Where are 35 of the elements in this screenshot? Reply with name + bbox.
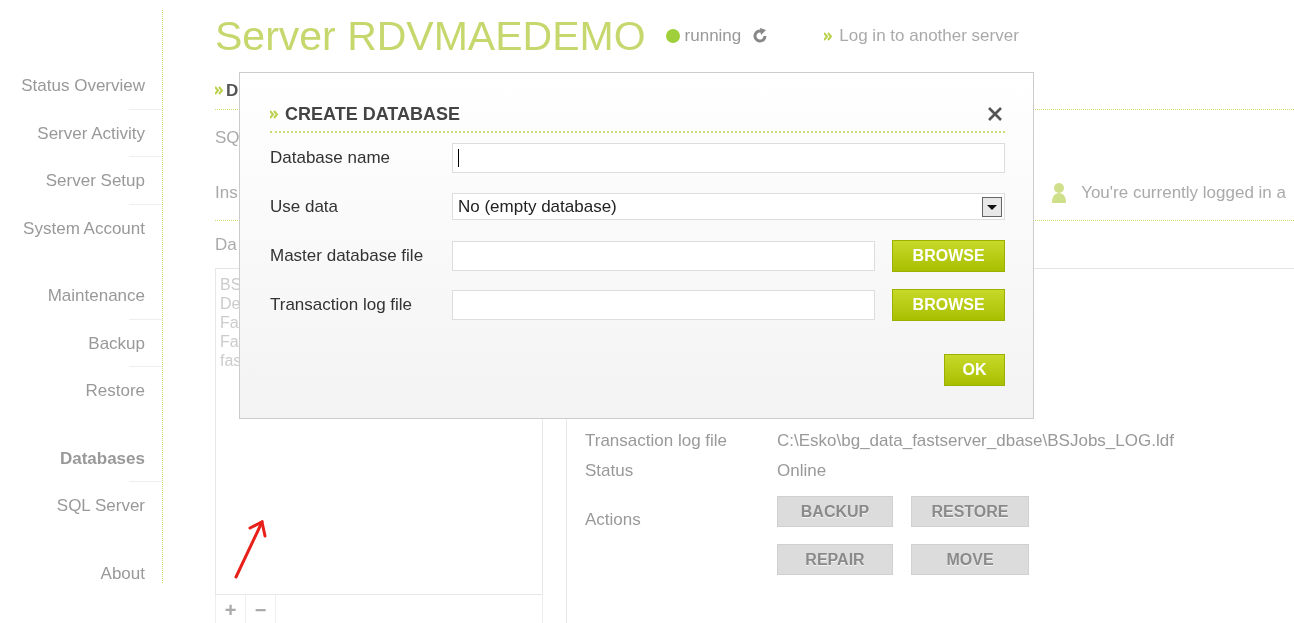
input-field[interactable] <box>452 289 876 320</box>
chevron-icon <box>824 31 834 41</box>
detail-label: Status <box>585 461 635 482</box>
dialog-title: CREATE DATABASE <box>285 103 461 125</box>
input-field[interactable] <box>452 142 1005 173</box>
section-label: Da <box>215 234 237 255</box>
ok-button[interactable]: OK <box>944 354 1005 386</box>
login-info: You're currently logged in a <box>1081 182 1286 203</box>
detail-value: Online <box>777 461 827 482</box>
sidebar-item[interactable]: About <box>0 549 162 583</box>
browse-button[interactable]: BROWSE <box>892 288 1005 321</box>
tab[interactable]: D <box>226 80 239 101</box>
field-label: Master database file <box>270 245 425 266</box>
login-link[interactable]: Log in to another server <box>839 26 1019 46</box>
browse-button[interactable]: BROWSE <box>892 239 1005 272</box>
section-label: Ins <box>215 182 238 203</box>
close-icon[interactable] <box>987 106 1003 122</box>
dropdown[interactable]: No (empty database) <box>452 193 1005 220</box>
field-label: Database name <box>270 147 392 168</box>
field-label: Transaction log file <box>270 294 414 315</box>
user-icon <box>1051 181 1068 204</box>
server-title: Server RDVMAEDEMO <box>215 12 646 60</box>
status-label: running <box>684 26 742 46</box>
detail-value: C:\Esko\bg_data_fastserver_dbase\BSJobs_LOG.ldf <box>777 431 1174 452</box>
chevron-icon <box>215 86 224 95</box>
sidebar-item[interactable]: Restore <box>0 367 162 415</box>
input-field[interactable] <box>452 240 876 271</box>
field-label: Use data <box>270 196 340 217</box>
sidebar-item[interactable]: SQL Server <box>0 482 162 530</box>
detail-label: Actions <box>585 510 642 531</box>
section-label: SQ <box>215 127 240 148</box>
detail-label: Transaction log file <box>585 431 729 452</box>
arrow <box>233 518 269 580</box>
chevron-icon <box>270 109 279 119</box>
sidebar-item[interactable]: System Account <box>0 204 162 252</box>
